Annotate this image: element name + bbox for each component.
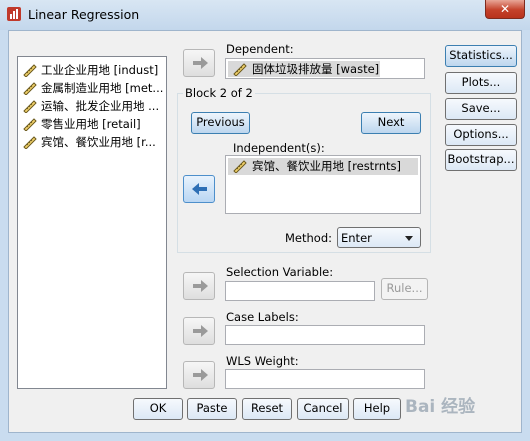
case-labels-field[interactable] <box>225 325 425 345</box>
scale-variable-icon <box>23 64 37 77</box>
watermark: Bai 经验 <box>405 397 476 417</box>
scale-variable-icon <box>23 100 37 113</box>
help-label: Help <box>363 401 391 415</box>
cancel-label: Cancel <box>303 401 343 415</box>
plots-label: Plots... <box>461 75 501 89</box>
bootstrap-button[interactable]: Bootstrap... <box>445 149 517 171</box>
title-bar: Linear Regression ✕ <box>0 0 530 30</box>
plots-button[interactable]: Plots... <box>445 72 517 94</box>
scale-variable-icon <box>23 118 37 131</box>
method-select[interactable]: Enter <box>337 227 421 248</box>
window-title: Linear Regression <box>28 7 140 22</box>
help-button[interactable]: Help <box>353 398 401 420</box>
dependent-value: 固体垃圾排放量 [waste] <box>252 62 380 76</box>
move-to-selection-button[interactable] <box>183 272 215 300</box>
arrow-right-icon <box>193 280 208 292</box>
save-label: Save... <box>461 101 501 115</box>
source-variable-list[interactable]: 工业企业用地 [indust] 金属制造业用地 [met... 运输、批发企业用… <box>17 56 167 389</box>
rule-label: Rule... <box>386 281 423 295</box>
dependent-label: Dependent: <box>226 42 294 56</box>
paste-button[interactable]: Paste <box>187 398 237 420</box>
block-title: Block 2 of 2 <box>183 86 255 100</box>
scale-variable-icon <box>23 136 37 149</box>
arrow-right-icon <box>193 325 208 337</box>
scale-variable-icon <box>233 160 247 173</box>
move-to-dependent-button[interactable] <box>183 49 215 77</box>
method-label: Method: <box>285 231 333 245</box>
previous-button[interactable]: Previous <box>191 112 250 134</box>
variable-label: 零售业用地 [retail] <box>41 117 141 131</box>
dependent-item[interactable]: 固体垃圾排放量 [waste] <box>228 61 380 77</box>
reset-button[interactable]: Reset <box>242 398 292 420</box>
move-from-independent-button[interactable] <box>183 175 215 203</box>
statistics-label: Statistics... <box>449 48 513 62</box>
previous-label: Previous <box>196 115 245 129</box>
next-label: Next <box>377 115 405 129</box>
selection-variable-field[interactable] <box>225 281 375 301</box>
list-item[interactable]: 宾馆、餐饮业用地 [restrnts] <box>228 158 418 175</box>
dependent-field[interactable]: 固体垃圾排放量 [waste] <box>225 58 425 79</box>
variable-label: 工业企业用地 [indust] <box>41 63 159 77</box>
close-icon: ✕ <box>499 2 511 16</box>
variable-label: 金属制造业用地 [met... <box>41 81 164 95</box>
save-button[interactable]: Save... <box>445 98 517 120</box>
next-button[interactable]: Next <box>361 112 421 134</box>
wls-weight-field[interactable] <box>225 369 425 389</box>
variable-label: 宾馆、餐饮业用地 [r... <box>41 135 156 149</box>
scale-variable-icon <box>233 63 247 76</box>
cancel-button[interactable]: Cancel <box>297 398 349 420</box>
variable-label: 运输、批发企业用地 ... <box>41 99 160 113</box>
scale-variable-icon <box>23 82 37 95</box>
arrow-right-icon <box>193 369 208 381</box>
selection-variable-label: Selection Variable: <box>226 265 334 279</box>
independent-list[interactable]: 宾馆、餐饮业用地 [restrnts] <box>225 155 421 214</box>
statistics-button[interactable]: Statistics... <box>445 45 517 67</box>
paste-label: Paste <box>196 401 228 415</box>
ok-label: OK <box>149 401 167 415</box>
chevron-down-icon <box>405 236 413 241</box>
ok-button[interactable]: OK <box>133 398 183 420</box>
rule-button[interactable]: Rule... <box>381 278 428 300</box>
options-button[interactable]: Options... <box>445 124 517 146</box>
close-button[interactable]: ✕ <box>485 0 525 19</box>
reset-label: Reset <box>250 401 284 415</box>
app-icon <box>7 7 21 21</box>
move-to-case-labels-button[interactable] <box>183 317 215 345</box>
arrow-right-icon <box>193 57 208 69</box>
independent-label: Independent(s): <box>233 141 325 155</box>
bootstrap-label: Bootstrap... <box>447 152 515 166</box>
move-to-wls-weight-button[interactable] <box>183 361 215 389</box>
options-label: Options... <box>453 127 509 141</box>
case-labels-label: Case Labels: <box>226 310 299 324</box>
wls-weight-label: WLS Weight: <box>226 354 299 368</box>
method-value: Enter <box>341 231 372 245</box>
independent-item-label: 宾馆、餐饮业用地 [restrnts] <box>252 159 401 173</box>
arrow-left-icon <box>192 183 207 195</box>
